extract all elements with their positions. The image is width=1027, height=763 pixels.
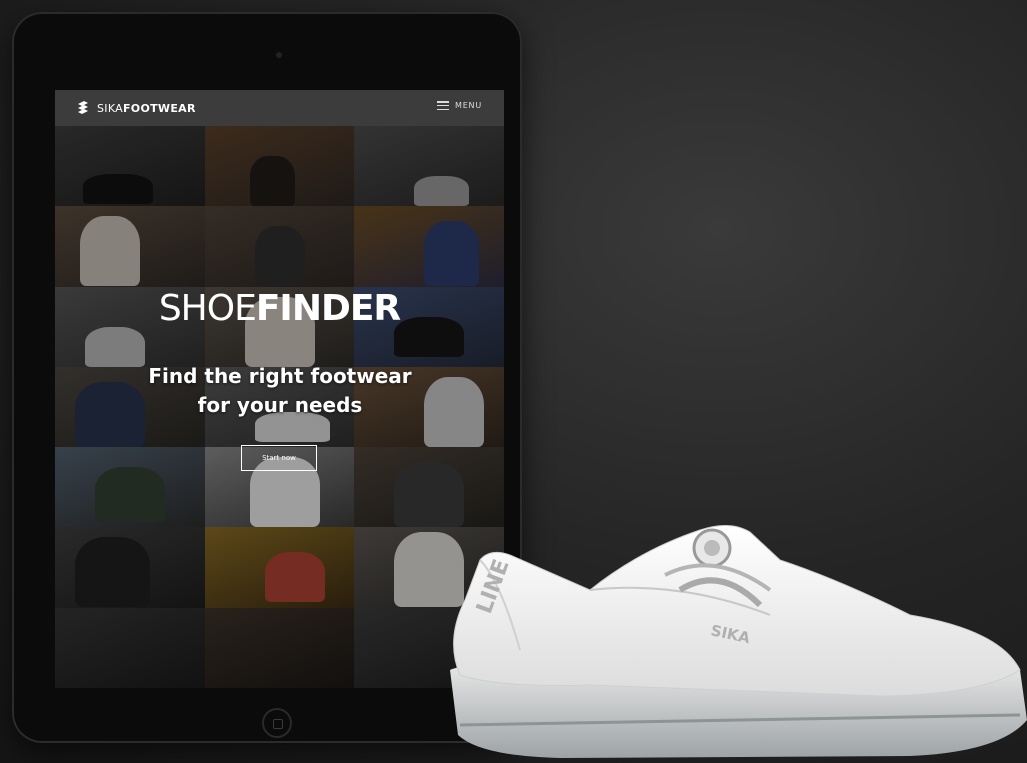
hero-subtitle-line: Find the right footwear xyxy=(148,364,412,388)
menu-label: MENU xyxy=(455,101,482,110)
hero-subtitle-line: for your needs xyxy=(197,393,363,417)
brand-name: SIKAFOOTWEAR xyxy=(97,102,196,115)
tablet-screen: SIKAFOOTWEAR MENU SHOEFINDER Find the ri… xyxy=(55,90,504,688)
sika-logo-icon xyxy=(78,101,88,114)
white-safety-shoe: LINE SIKA xyxy=(450,525,1027,758)
hero-title-light: SHOE xyxy=(158,288,257,329)
hamburger-icon xyxy=(437,101,449,110)
home-button xyxy=(262,708,292,738)
brand-name-bold: FOOTWEAR xyxy=(122,101,196,115)
hero-subtitle: Find the right footwear for your needs xyxy=(115,362,445,420)
sika-logo[interactable]: SIKAFOOTWEAR xyxy=(75,99,196,117)
menu-button[interactable]: MENU xyxy=(437,101,482,110)
tablet-camera xyxy=(276,52,282,58)
brand-name-light: SIKA xyxy=(97,101,123,115)
site-navbar: SIKAFOOTWEAR MENU xyxy=(55,90,504,126)
hero-section: SHOEFINDER Find the right footwear for y… xyxy=(55,90,504,688)
hero-title-bold: FINDER xyxy=(255,288,401,329)
hero-title: SHOEFINDER xyxy=(55,288,504,329)
start-now-button[interactable]: Start now xyxy=(241,445,317,471)
product-scene: SIKAFOOTWEAR MENU SHOEFINDER Find the ri… xyxy=(0,0,1027,763)
